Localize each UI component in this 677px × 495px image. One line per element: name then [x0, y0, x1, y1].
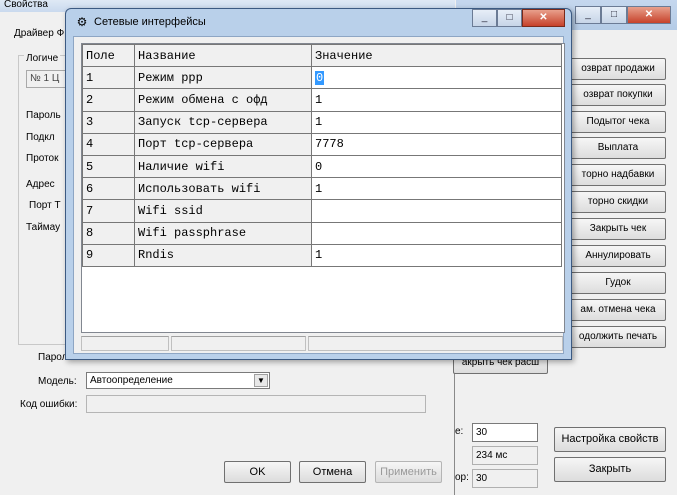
cancel-cheque-button[interactable]: Аннулировать — [570, 245, 666, 267]
maximize-icon[interactable]: □ — [497, 9, 522, 27]
close-button[interactable]: Закрыть — [554, 457, 666, 482]
subtotal-button[interactable]: Подытог чека — [570, 111, 666, 133]
connection-label: Подкл — [26, 132, 55, 143]
logical-group-label: Логиче — [24, 53, 61, 64]
password-label-1: Пароль — [26, 110, 61, 121]
row-field-cell: 7 — [82, 199, 135, 223]
row-value-cell[interactable]: 1 — [311, 110, 562, 134]
field-a-input[interactable]: 30 — [472, 423, 538, 442]
table-row[interactable]: 6 Использовать wifi 1 — [82, 177, 562, 201]
table-row[interactable]: 3 Запуск tcp-сервера 1 — [82, 110, 562, 134]
cancel-button[interactable]: Отмена — [299, 461, 366, 483]
column-header-field[interactable]: Поле — [82, 44, 135, 68]
dialog-client-area: Поле Название Значение 1 Режим ppp 0 2 Режим… — [73, 36, 565, 354]
status-panel — [171, 336, 306, 351]
row-value-cell[interactable]: 1 — [311, 88, 562, 112]
network-icon: ⚙ — [76, 15, 88, 29]
driver-tab-label[interactable]: Драйвер Ф — [14, 28, 64, 39]
table-row[interactable]: 7 Wifi ssid — [82, 199, 562, 223]
close-icon[interactable]: ✕ — [522, 9, 565, 27]
error-code-field — [86, 395, 426, 413]
model-label: Модель: — [38, 376, 77, 387]
dialog-titlebar: ⚙ Сетевые интерфейсы — [74, 12, 206, 32]
model-select[interactable]: Автоопределение ▼ — [86, 372, 270, 389]
row-field-cell: 4 — [82, 132, 135, 156]
dialog-statusbar — [81, 336, 565, 351]
apply-button[interactable]: Применить — [375, 461, 442, 483]
row-name-cell: Wifi passphrase — [134, 221, 312, 245]
row-value-cell[interactable]: 1 — [311, 177, 562, 201]
field-b-readout: 234 мс — [472, 446, 538, 465]
minimize-icon[interactable]: _ — [575, 6, 601, 24]
table-row[interactable]: 1 Режим ppp 0 — [82, 66, 562, 90]
field-c-label: ор: — [455, 472, 469, 483]
timeout-label: Таймау — [26, 222, 61, 233]
column-header-name[interactable]: Название — [134, 44, 312, 68]
maximize-icon[interactable]: □ — [601, 6, 627, 24]
port-label: Порт Т — [29, 200, 61, 211]
row-value-cell[interactable] — [311, 221, 562, 245]
error-code-label: Код ошибки: — [20, 399, 78, 410]
field-a-label: e: — [455, 426, 464, 437]
protocol-label: Проток — [26, 153, 59, 164]
continue-print-button[interactable]: одолжить печать — [570, 326, 666, 348]
row-field-cell: 3 — [82, 110, 135, 134]
row-field-cell: 6 — [82, 177, 135, 201]
close-icon[interactable]: ✕ — [627, 6, 671, 24]
row-field-cell: 1 — [82, 66, 135, 90]
row-value-cell[interactable]: 0 — [311, 66, 562, 90]
row-name-cell: Использовать wifi — [134, 177, 312, 201]
row-value-cell[interactable] — [311, 199, 562, 223]
row-name-cell: Запуск tcp-сервера — [134, 110, 312, 134]
beep-button[interactable]: Гудок — [570, 272, 666, 294]
storno-discount-button[interactable]: торно скидки — [570, 191, 666, 213]
row-field-cell: 5 — [82, 154, 135, 179]
row-field-cell: 9 — [82, 243, 135, 267]
row-value-cell[interactable]: 7778 — [311, 132, 562, 156]
refund-purchase-button[interactable]: озврат покупки — [570, 84, 666, 106]
selected-value[interactable]: 0 — [315, 70, 325, 85]
row-name-cell: Порт tcp-сервера — [134, 132, 312, 156]
address-label: Адрес — [26, 179, 55, 190]
row-value-cell[interactable]: 0 — [311, 154, 562, 179]
refund-sale-button[interactable]: озврат продажи — [570, 58, 666, 80]
row-name-cell: Режим обмена с офд — [134, 88, 312, 112]
dialog-title: Сетевые интерфейсы — [94, 16, 206, 28]
grid-header-row: Поле Название Значение — [82, 44, 562, 68]
table-row[interactable]: 5 Наличие wifi 0 — [82, 154, 562, 179]
row-field-cell: 8 — [82, 221, 135, 245]
setup-properties-button[interactable]: Настройка свойств — [554, 427, 666, 452]
chevron-down-icon[interactable]: ▼ — [254, 374, 268, 387]
storno-markup-button[interactable]: торно надбавки — [570, 164, 666, 186]
model-select-value: Автоопределение — [90, 375, 173, 386]
interfaces-grid[interactable]: Поле Название Значение 1 Режим ppp 0 2 Режим… — [81, 43, 565, 333]
ok-button[interactable]: OK — [224, 461, 291, 483]
table-row[interactable]: 2 Режим обмена с офд 1 — [82, 88, 562, 112]
payout-button[interactable]: Выплата — [570, 137, 666, 159]
status-panel — [81, 336, 169, 351]
row-value-cell[interactable]: 1 — [311, 243, 562, 267]
table-row[interactable]: 9 Rndis 1 — [82, 243, 562, 267]
row-field-cell: 2 — [82, 88, 135, 112]
row-name-cell: Наличие wifi — [134, 154, 312, 179]
row-name-cell: Режим ppp — [134, 66, 312, 90]
close-cheque-button[interactable]: Закрыть чек — [570, 218, 666, 240]
row-name-cell: Rndis — [134, 243, 312, 267]
field-c-readout: 30 — [472, 469, 538, 488]
column-header-value[interactable]: Значение — [311, 44, 562, 68]
table-row[interactable]: 8 Wifi passphrase — [82, 221, 562, 245]
status-panel — [308, 336, 563, 351]
network-interfaces-dialog: ⚙ Сетевые интерфейсы _ □ ✕ Поле Название… — [65, 8, 572, 360]
table-row[interactable]: 4 Порт tcp-сервера 7778 — [82, 132, 562, 156]
row-name-cell: Wifi ssid — [134, 199, 312, 223]
auto-cancel-button[interactable]: ам. отмена чека — [570, 299, 666, 321]
minimize-icon[interactable]: _ — [472, 9, 497, 27]
